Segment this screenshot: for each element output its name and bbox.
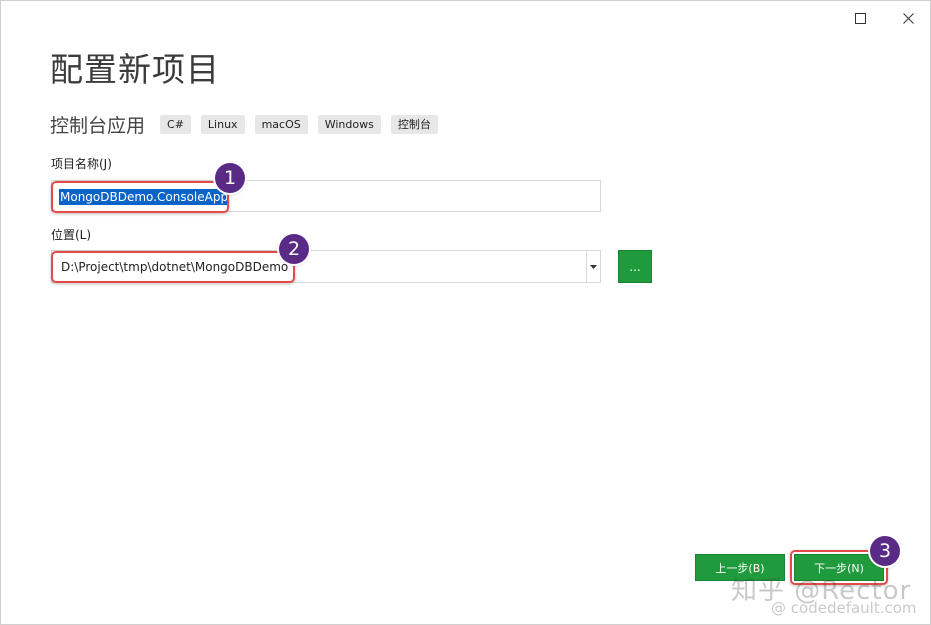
tag-csharp: C# bbox=[160, 115, 191, 134]
configure-project-dialog: 配置新项目 控制台应用 C# Linux macOS Windows 控制台 项… bbox=[0, 0, 931, 625]
tag-windows: Windows bbox=[317, 115, 381, 134]
browse-button[interactable]: ... bbox=[618, 250, 652, 283]
tag-linux: Linux bbox=[200, 115, 245, 134]
project-type-label: 控制台应用 bbox=[50, 115, 146, 137]
maximize-button[interactable] bbox=[848, 7, 872, 29]
close-icon bbox=[902, 12, 914, 24]
page-title: 配置新项目 bbox=[50, 50, 220, 89]
watermark-site: @ codedefault.com bbox=[771, 599, 917, 617]
tag-macos: macOS bbox=[254, 115, 308, 134]
highlight-location bbox=[51, 251, 295, 283]
chevron-down-icon bbox=[590, 264, 597, 269]
maximize-icon bbox=[854, 12, 866, 24]
location-label: 位置(L) bbox=[51, 228, 92, 242]
step-badge-1: 1 bbox=[215, 163, 245, 193]
highlight-project-name bbox=[51, 181, 229, 213]
step-badge-3: 3 bbox=[870, 536, 900, 566]
location-dropdown-button[interactable] bbox=[586, 251, 600, 282]
close-button[interactable] bbox=[896, 7, 920, 29]
project-template-row: 控制台应用 C# Linux macOS Windows 控制台 bbox=[50, 111, 448, 138]
tag-console: 控制台 bbox=[390, 115, 438, 134]
step-badge-2: 2 bbox=[279, 234, 309, 264]
project-name-label: 项目名称(J) bbox=[51, 157, 112, 171]
